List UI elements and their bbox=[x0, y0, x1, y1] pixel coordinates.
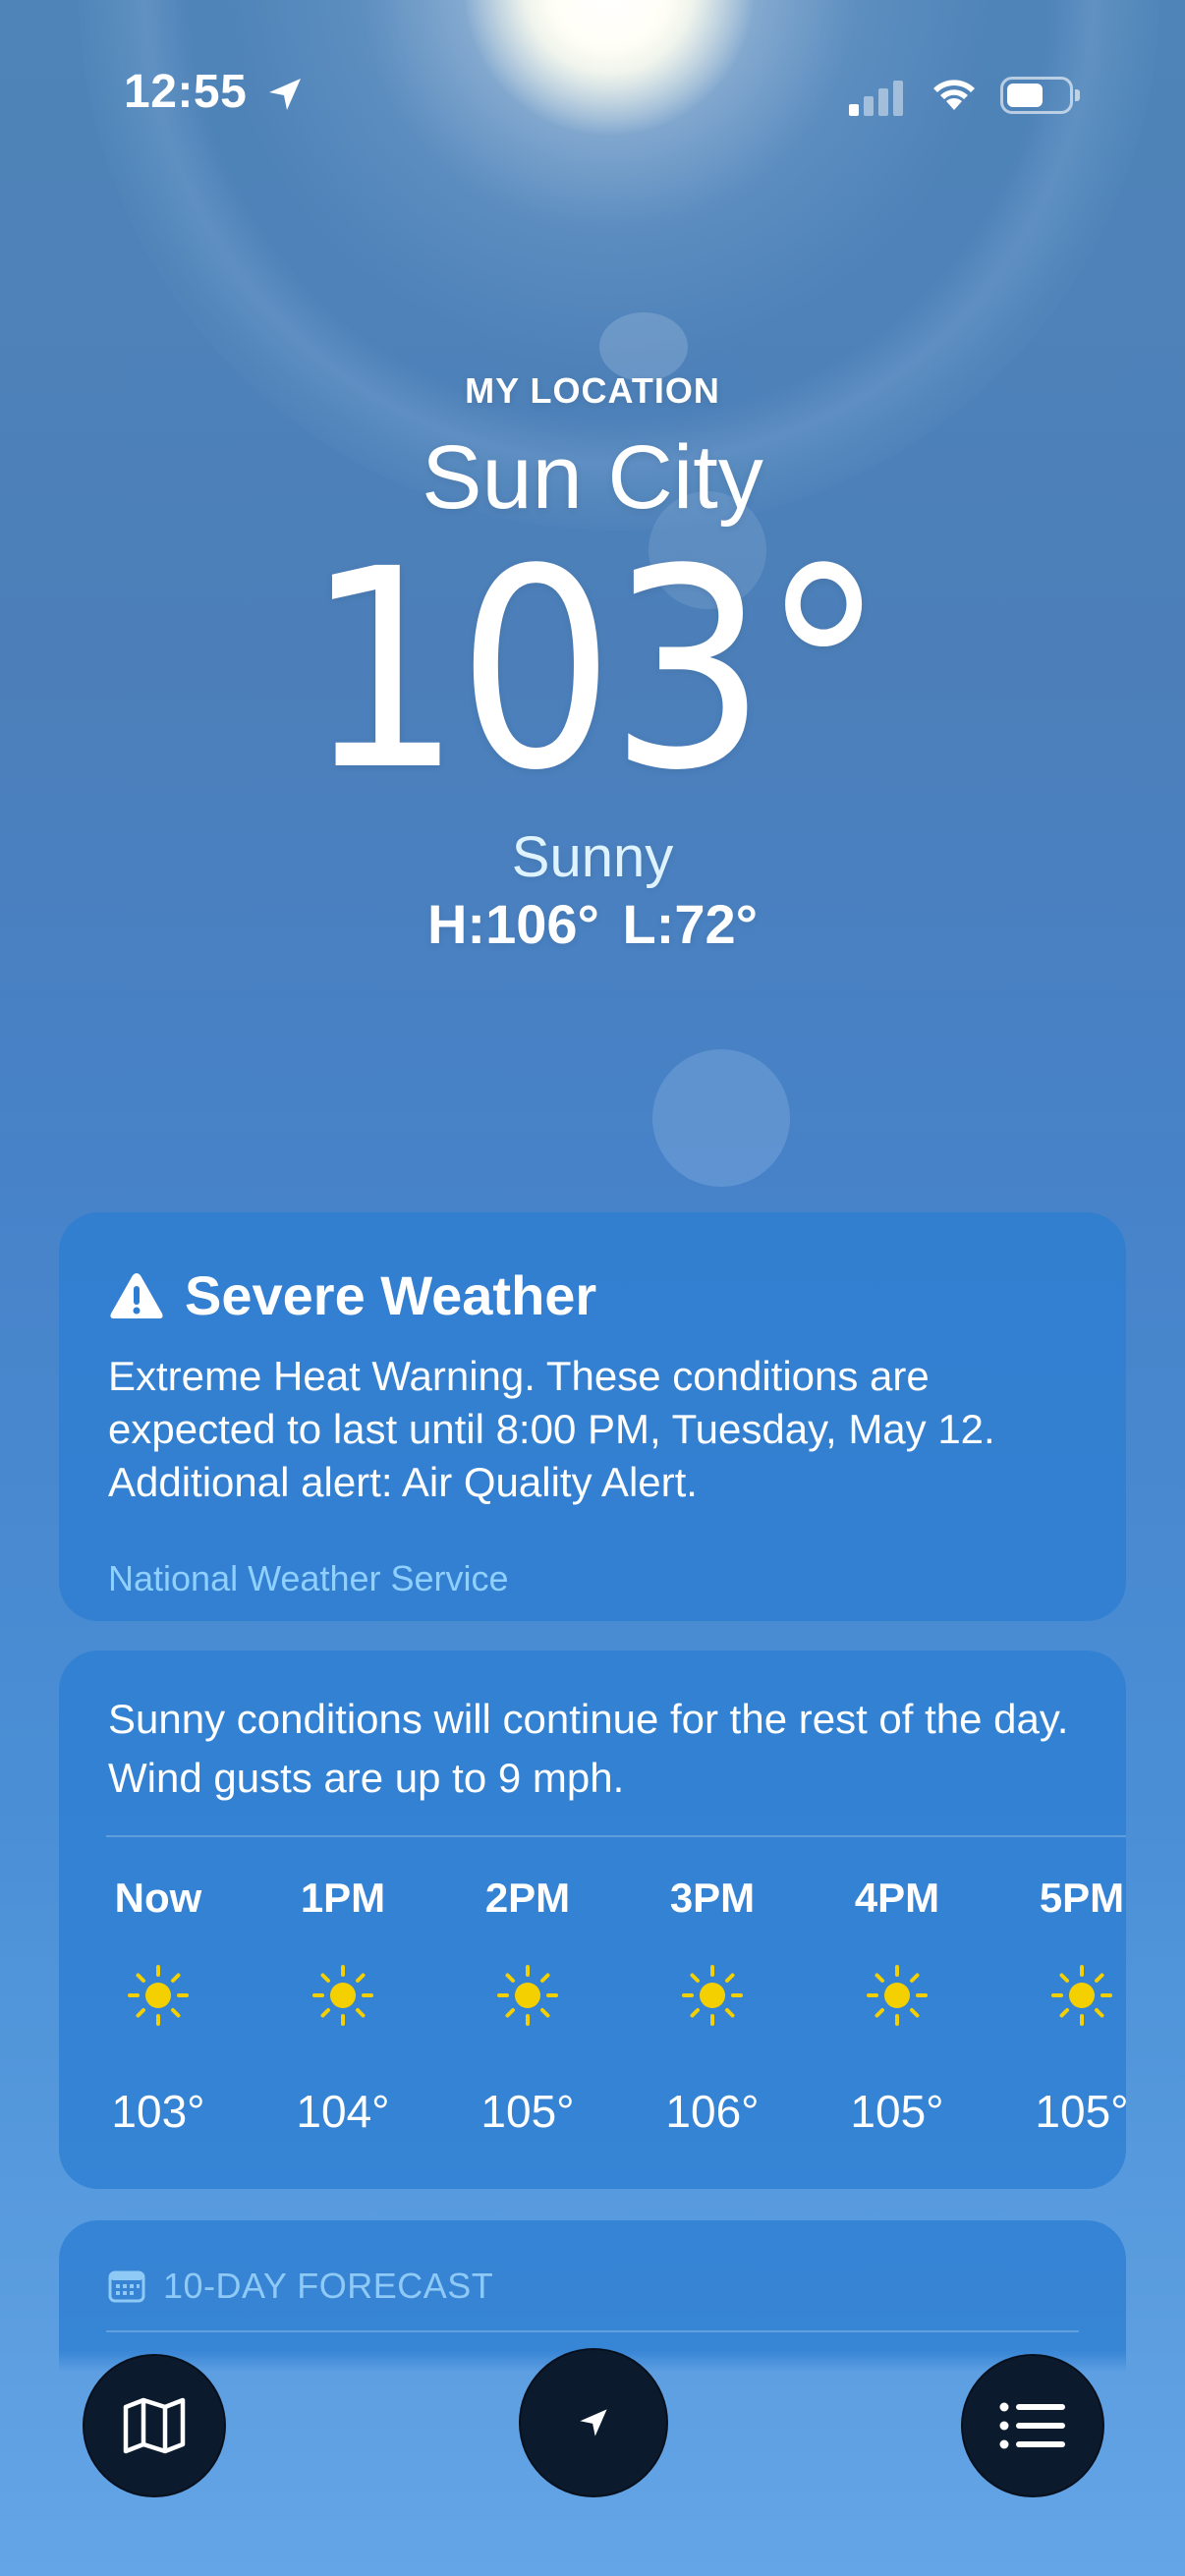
hour-label: 3PM bbox=[669, 1875, 756, 1921]
hour-item[interactable]: 5PM 105° bbox=[1008, 1651, 1126, 2189]
location-arrow-icon bbox=[580, 2409, 607, 2436]
alert-source-link[interactable]: National Weather Service bbox=[108, 1558, 509, 1599]
hour-temperature: 105° bbox=[850, 2086, 944, 2137]
high-low-temperature: H:106° L:72° bbox=[426, 893, 758, 955]
weather-screen: 12:55 MY LOCATION Sun City 103° Sunny H:… bbox=[0, 0, 1185, 2576]
hour-item[interactable]: 3PM 106° bbox=[639, 1651, 786, 2189]
sun-icon bbox=[128, 1965, 189, 2026]
sun-icon bbox=[867, 1965, 928, 2026]
alert-body: Extreme Heat Warning. These conditions a… bbox=[108, 1353, 995, 1505]
hour-item[interactable]: Now 103° bbox=[85, 1651, 232, 2189]
calendar-icon bbox=[108, 2270, 145, 2303]
alert-title: Severe Weather bbox=[185, 1264, 597, 1326]
hour-temperature: 105° bbox=[480, 2086, 575, 2137]
forecast-title: 10-DAY FORECAST bbox=[163, 2266, 494, 2306]
list-icon bbox=[999, 2402, 1065, 2449]
hour-label: 2PM bbox=[484, 1875, 571, 1921]
severe-weather-card[interactable]: Severe Weather Extreme Heat Warning. The… bbox=[59, 1212, 1126, 1621]
map-icon bbox=[123, 2397, 186, 2454]
hour-temperature: 106° bbox=[665, 2086, 760, 2137]
forecast-header: 10-DAY FORECAST bbox=[108, 2266, 493, 2307]
battery-icon bbox=[1000, 77, 1080, 114]
current-location-button[interactable] bbox=[519, 2348, 668, 2497]
divider bbox=[106, 2330, 1079, 2332]
hourly-forecast-card[interactable]: Sunny conditions will continue for the r… bbox=[59, 1651, 1126, 2189]
hour-label: Now bbox=[114, 1875, 202, 1921]
hour-item[interactable]: 2PM 105° bbox=[454, 1651, 601, 2189]
city-list-button[interactable] bbox=[961, 2354, 1104, 2497]
wifi-icon bbox=[933, 80, 975, 110]
sun-icon bbox=[312, 1965, 373, 2026]
sun-icon bbox=[1051, 1965, 1112, 2026]
lens-flare bbox=[652, 1049, 790, 1187]
current-temperature: 103° bbox=[305, 511, 885, 831]
condition-text: Sunny bbox=[511, 825, 674, 889]
status-bar: 12:55 bbox=[0, 0, 1185, 196]
cellular-signal-icon bbox=[849, 77, 908, 116]
location-label: MY LOCATION bbox=[465, 370, 720, 411]
hour-label: 4PM bbox=[854, 1875, 940, 1921]
hour-temperature: 104° bbox=[296, 2086, 390, 2137]
current-conditions: MY LOCATION Sun City 103° Sunny H:106° L… bbox=[0, 364, 1185, 957]
status-time: 12:55 bbox=[124, 66, 248, 118]
hour-item[interactable]: 1PM 104° bbox=[269, 1651, 417, 2189]
hour-temperature: 103° bbox=[111, 2086, 205, 2137]
divider bbox=[106, 1835, 1126, 1837]
alert-title-row: Severe Weather bbox=[108, 1263, 596, 1327]
hour-temperature: 105° bbox=[1035, 2086, 1126, 2137]
sun-icon bbox=[682, 1965, 743, 2026]
map-button[interactable] bbox=[83, 2354, 226, 2497]
hour-label: 1PM bbox=[300, 1875, 386, 1921]
location-arrow-icon bbox=[269, 79, 301, 110]
sun-icon bbox=[497, 1965, 558, 2026]
hour-item[interactable]: 4PM 105° bbox=[823, 1651, 971, 2189]
hour-label: 5PM bbox=[1039, 1875, 1125, 1921]
warning-triangle-icon bbox=[110, 1272, 163, 1318]
